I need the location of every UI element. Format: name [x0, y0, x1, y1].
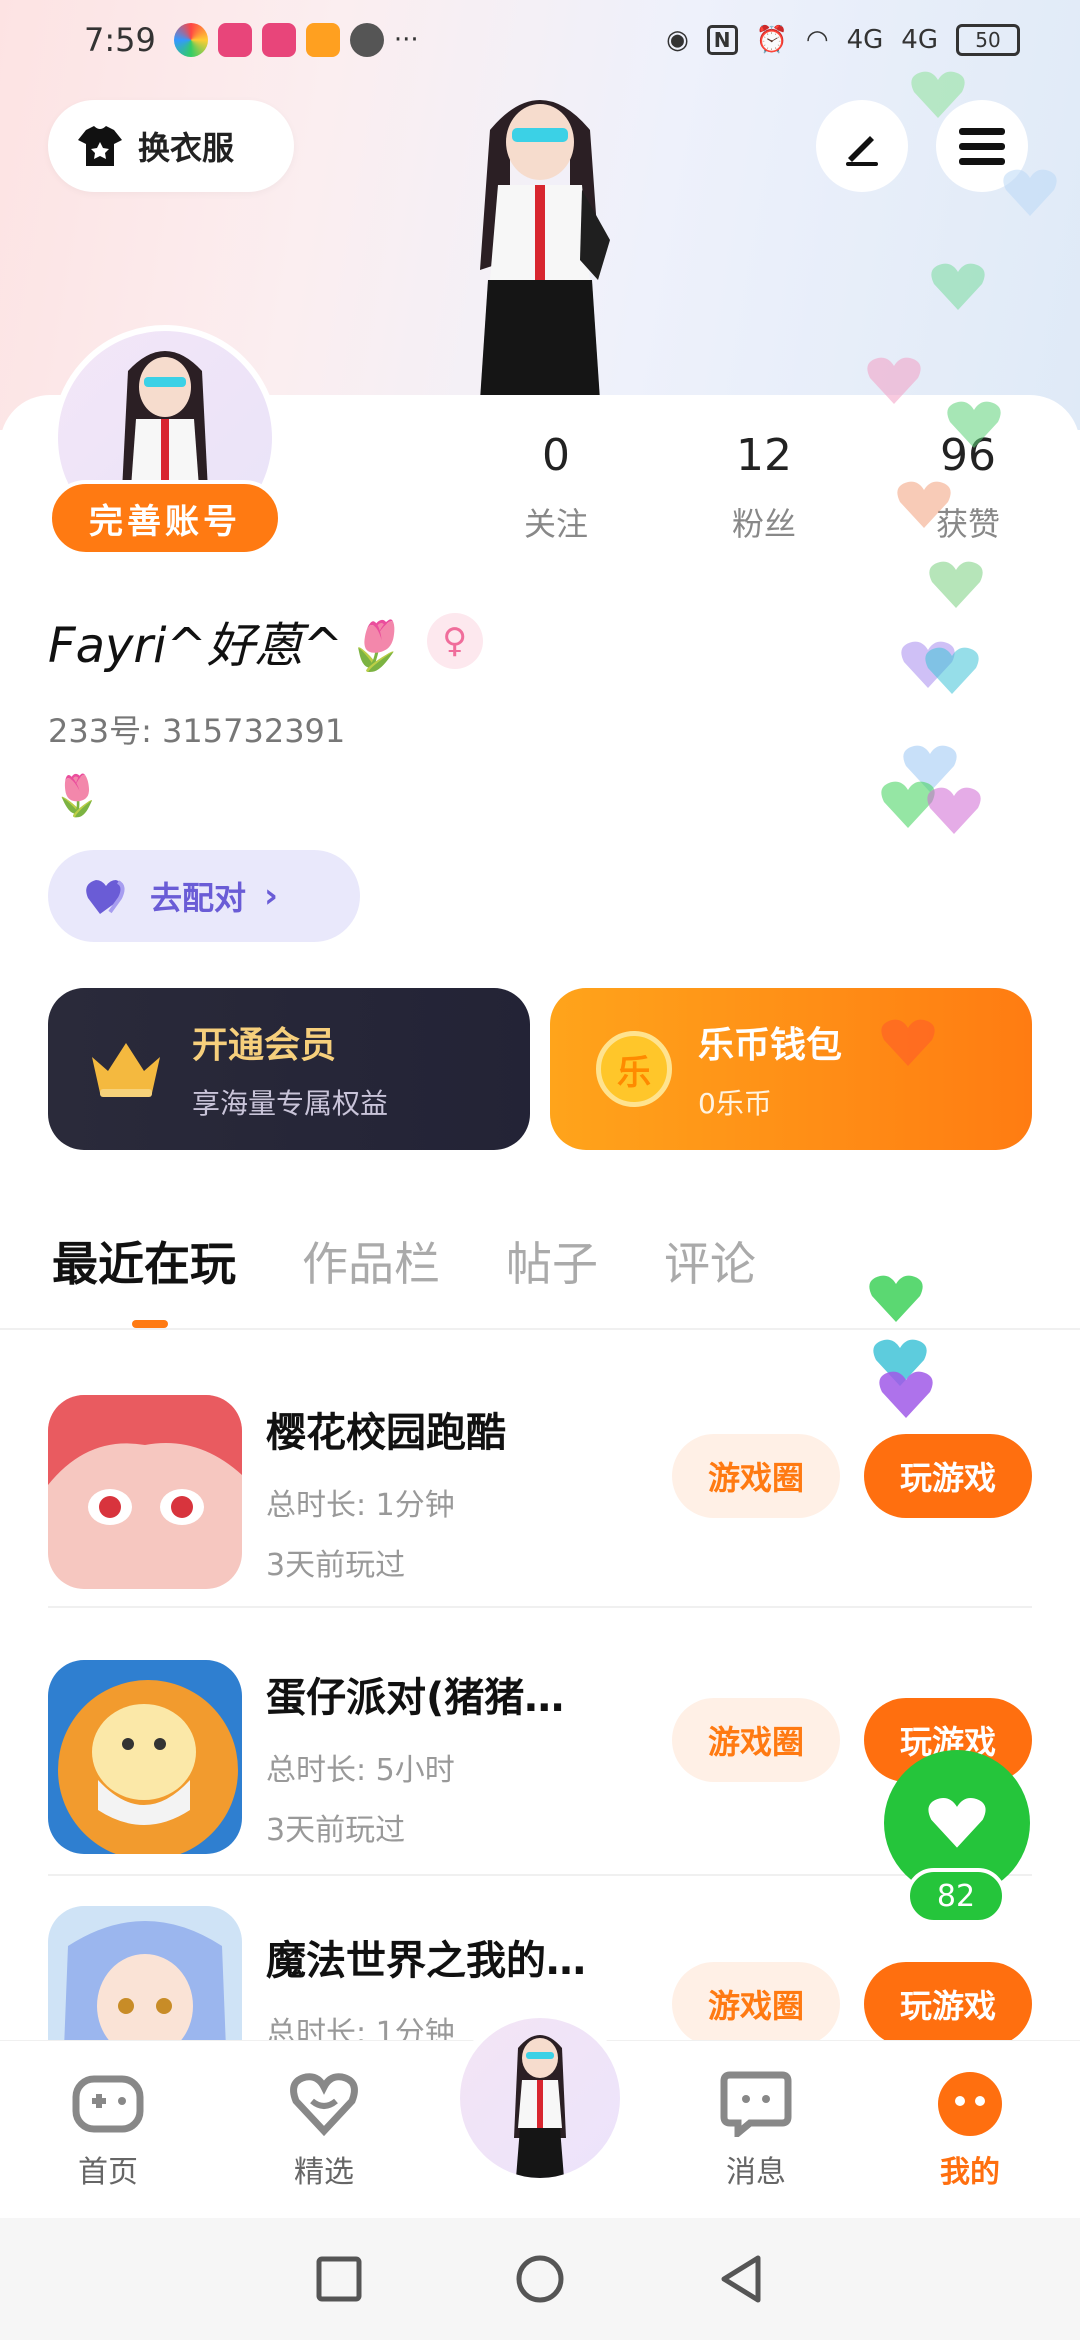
- gender-female-icon: ♀: [426, 613, 483, 669]
- floating-heart-icon: [931, 263, 985, 310]
- game-circle-button[interactable]: 游戏圈: [672, 1962, 840, 2040]
- status-bar: 7:59 ··· ◉ N ⏰ ◠ 4G 4G 50: [0, 0, 1080, 80]
- nav-featured-label: 精选: [294, 2155, 354, 2190]
- recent-apps-icon[interactable]: [316, 2256, 362, 2302]
- game-circle-button[interactable]: 游戏圈: [672, 1434, 840, 1518]
- system-navigation-bar: [0, 2218, 1080, 2340]
- nav-messages-label: 消息: [726, 2155, 786, 2190]
- game-icon: [48, 1660, 242, 1854]
- eye-icon: ◉: [666, 25, 689, 55]
- vip-membership-card[interactable]: 开通会员 享海量专属权益: [48, 988, 530, 1150]
- stat-followers[interactable]: 12 粉丝: [684, 430, 844, 545]
- change-outfit-label: 换衣服: [138, 129, 235, 167]
- game-duration: 总时长: 1分钟: [266, 1488, 455, 1523]
- stat-following-value: 0: [542, 430, 570, 481]
- signal-icon: 4G: [846, 25, 884, 55]
- like-count-badge: 82: [906, 1868, 1006, 1924]
- battery-icon: 50: [956, 24, 1020, 56]
- nfc-icon: N: [706, 25, 738, 55]
- avatar-character-figure: [480, 100, 610, 400]
- nav-featured[interactable]: 精选: [254, 2071, 394, 2191]
- wechat-icon: [349, 23, 384, 57]
- go-match-button[interactable]: 去配对 ›: [48, 850, 360, 942]
- tab-recently-played[interactable]: 最近在玩: [52, 1228, 236, 1328]
- crown-icon: [92, 1043, 160, 1097]
- floating-heart-icon: [869, 1275, 923, 1322]
- nav-mine-label: 我的: [940, 2155, 1000, 2190]
- alarm-icon: ⏰: [755, 25, 788, 55]
- home-icon[interactable]: [515, 2254, 565, 2304]
- stat-following[interactable]: 0 关注: [476, 430, 636, 545]
- wallet-title: 乐币钱包: [698, 1025, 843, 1066]
- shirt-icon: [78, 126, 122, 166]
- avatar-figure: [514, 2035, 566, 2178]
- nav-home[interactable]: 首页: [38, 2071, 178, 2191]
- signal-icon: 4G: [901, 25, 938, 55]
- double-heart-icon: [86, 880, 125, 914]
- heart-outline-icon: [290, 2073, 358, 2137]
- chat-icon: [720, 2071, 792, 2137]
- nav-home-label: 首页: [78, 2155, 138, 2190]
- floating-heart-icon: [897, 481, 951, 528]
- app-notification-icon: [261, 23, 296, 57]
- tab-comments[interactable]: 评论: [664, 1228, 756, 1328]
- app-notification-icon: [305, 23, 340, 57]
- edit-profile-button[interactable]: [816, 100, 908, 192]
- app-notification-icon: [217, 23, 252, 57]
- game-circle-button[interactable]: 游戏圈: [672, 1698, 840, 1782]
- floating-heart-icon: [947, 401, 1001, 448]
- floating-heart-icon: [881, 1019, 935, 1066]
- back-icon[interactable]: [718, 2254, 764, 2304]
- stat-followers-label: 粉丝: [731, 505, 796, 543]
- floating-heart-icon: [911, 71, 965, 118]
- play-game-button[interactable]: 玩游戏: [864, 1434, 1032, 1518]
- tab-works[interactable]: 作品栏: [302, 1228, 440, 1328]
- chevron-right-icon: ›: [264, 876, 279, 916]
- wifi-icon: ◠: [805, 25, 829, 55]
- floating-heart-icon: [879, 1371, 933, 1418]
- game-last-played: 3天前玩过: [266, 1548, 406, 1583]
- nav-messages[interactable]: 消息: [686, 2071, 826, 2191]
- game-duration: 总时长: 1分钟: [266, 2016, 455, 2040]
- wallet-card[interactable]: 乐 乐币钱包 0乐币: [550, 988, 1032, 1150]
- floating-heart-icon: [867, 357, 921, 404]
- game-duration: 总时长: 5小时: [266, 1753, 455, 1788]
- status-time: 7:59: [84, 21, 156, 59]
- hamburger-icon: [959, 128, 1005, 165]
- play-game-button[interactable]: 玩游戏: [864, 1962, 1032, 2040]
- list-item[interactable]: 蛋仔派对(猪猪… 总时长: 5小时 3天前玩过 游戏圈 玩游戏: [48, 1640, 1032, 1876]
- face-icon: [938, 2072, 1002, 2136]
- game-title: 蛋仔派对(猪猪…: [266, 1675, 565, 1721]
- go-match-label: 去配对: [150, 879, 247, 917]
- app-notification-icon: [173, 23, 208, 57]
- complete-account-button[interactable]: 完善账号: [48, 480, 282, 556]
- pencil-icon: [846, 136, 878, 166]
- nav-avatar-button[interactable]: [452, 2010, 628, 2186]
- floating-heart-icon: [1003, 169, 1057, 216]
- floating-heart-icon: [925, 647, 979, 694]
- game-icon: [48, 1906, 242, 2040]
- floating-heart-icon: [927, 787, 981, 834]
- gamepad-icon: [72, 2075, 144, 2133]
- vip-title: 开通会员: [192, 1025, 337, 1066]
- game-icon: [48, 1395, 242, 1589]
- tab-posts[interactable]: 帖子: [506, 1228, 598, 1328]
- vip-subtitle: 享海量专属权益: [192, 1087, 389, 1120]
- heart-icon: [928, 1798, 986, 1848]
- more-notifications-icon: ···: [393, 25, 419, 55]
- username: Fayri^好蒽^🌷: [48, 618, 403, 674]
- change-outfit-button[interactable]: 换衣服: [48, 100, 294, 192]
- stat-following-label: 关注: [523, 505, 588, 543]
- game-title: 樱花校园跑酷: [266, 1410, 506, 1456]
- user-id[interactable]: 233号: 315732391: [48, 706, 345, 752]
- bio-text: 🌷: [52, 773, 102, 819]
- wallet-balance: 0乐币: [698, 1087, 772, 1120]
- coin-icon: 乐: [596, 1031, 672, 1107]
- username-row: Fayri^好蒽^🌷 ♀: [48, 606, 483, 676]
- stat-followers-value: 12: [736, 430, 792, 481]
- nav-mine[interactable]: 我的: [900, 2071, 1040, 2191]
- floating-heart-icon: [929, 561, 983, 608]
- game-title: 魔法世界之我的…: [266, 1938, 586, 1984]
- game-last-played: 3天前玩过: [266, 1813, 406, 1848]
